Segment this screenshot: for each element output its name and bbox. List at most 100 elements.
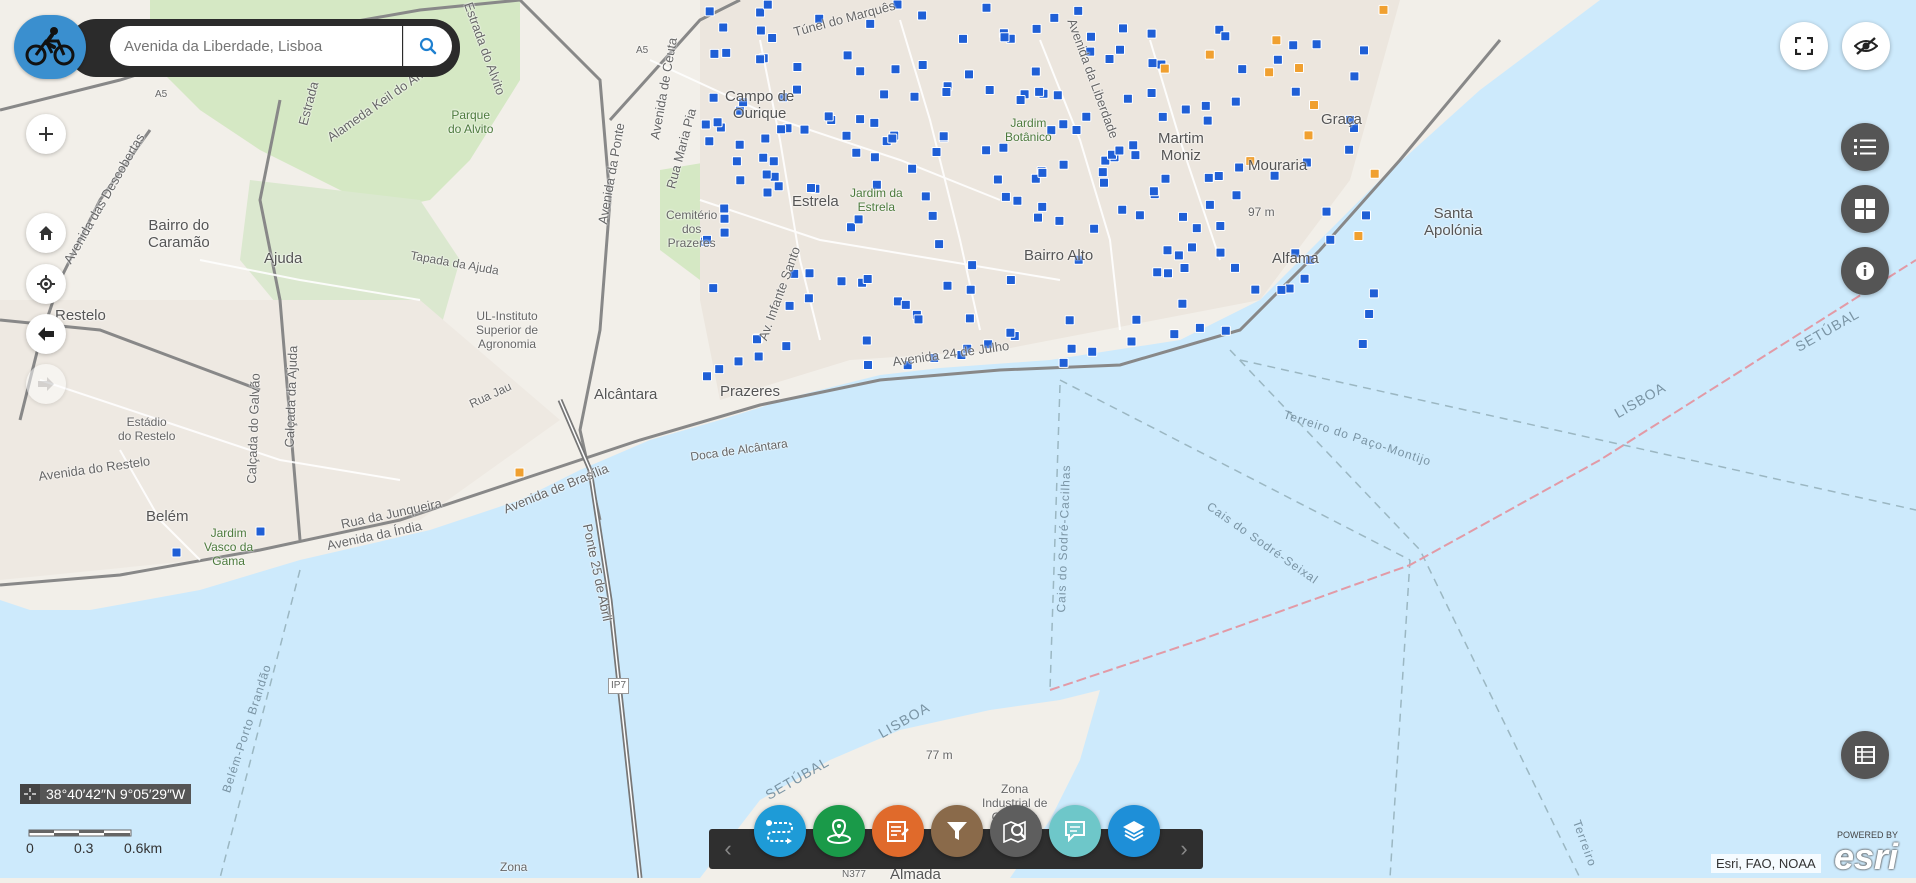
poi-marker[interactable] [1126,336,1137,347]
poi-marker[interactable] [1130,150,1141,161]
poi-marker[interactable] [767,33,778,43]
poi-marker[interactable] [934,239,945,250]
poi-marker[interactable] [714,364,725,375]
poi-marker[interactable] [1073,5,1084,16]
poi-marker[interactable] [981,145,992,156]
poi-marker[interactable] [1284,283,1295,294]
attribution[interactable]: Esri, FAO, NOAA [1711,854,1821,873]
poi-marker[interactable] [1099,177,1109,188]
layers-tool[interactable] [1108,805,1160,857]
poi-marker[interactable] [1058,159,1069,170]
poi-marker[interactable] [700,119,711,130]
poi-marker[interactable] [853,214,864,225]
poi-marker[interactable] [1357,339,1368,349]
poi-marker[interactable] [1152,267,1163,278]
poi-marker[interactable] [879,89,890,100]
poi-marker[interactable] [1015,95,1026,105]
poi-marker[interactable] [836,276,847,287]
poi-marker[interactable] [1231,190,1242,201]
poi-marker[interactable] [967,260,978,271]
poi-marker[interactable] [1128,140,1139,151]
search-map-tool[interactable] [990,805,1042,857]
poi-marker[interactable] [1173,250,1184,261]
poi-marker[interactable] [712,117,723,128]
poi-marker[interactable] [842,50,853,61]
poi-marker[interactable] [1146,28,1157,39]
poi-marker[interactable] [890,64,901,75]
poi-marker[interactable] [927,210,938,221]
poi-marker[interactable] [781,341,792,352]
home-button[interactable] [26,213,66,253]
poi-marker[interactable] [1325,234,1336,245]
poi-marker[interactable] [1071,125,1082,135]
poi-marker[interactable] [784,300,795,311]
poi-marker[interactable] [760,133,771,144]
poi-marker[interactable] [1005,275,1016,285]
poi-marker[interactable] [1104,54,1115,64]
poi-marker[interactable] [1066,343,1077,354]
poi-marker[interactable] [1157,111,1168,122]
poi-marker[interactable] [704,6,715,17]
poi-marker[interactable] [1034,86,1045,97]
poi-marker[interactable] [1204,199,1215,210]
poi-marker[interactable] [718,22,729,33]
toggle-visibility-button[interactable] [1842,22,1890,70]
poi-marker[interactable] [1250,284,1261,295]
poi-marker[interactable] [1215,221,1226,231]
poi-marker[interactable] [913,314,924,325]
poi-marker[interactable] [1191,223,1202,234]
poi-marker[interactable] [762,187,773,198]
poi-marker[interactable] [776,124,787,135]
poi-marker[interactable] [803,293,814,304]
poi-marker[interactable] [869,152,880,163]
search-button[interactable] [403,26,452,66]
poi-marker[interactable] [1299,273,1310,284]
legend-button[interactable] [1841,123,1889,171]
poi-marker[interactable] [861,335,872,346]
poi-marker[interactable] [709,48,720,59]
poi-marker[interactable] [1271,35,1282,46]
poi-marker[interactable] [1054,215,1065,226]
poi-marker[interactable] [920,191,931,202]
poi-marker[interactable] [1230,96,1241,107]
poi-marker[interactable] [1353,231,1364,241]
poi-marker[interactable] [1114,145,1125,156]
directions-tool[interactable] [754,805,806,857]
poi-marker[interactable] [823,111,834,122]
report-tool[interactable] [872,805,924,857]
poi-marker[interactable] [1321,206,1332,217]
poi-marker[interactable] [998,142,1009,153]
esri-logo[interactable]: POWERED BY esri [1834,830,1898,875]
poi-marker[interactable] [981,2,992,13]
poi-marker[interactable] [1087,346,1098,357]
poi-marker[interactable] [734,139,745,150]
poi-marker[interactable] [863,360,873,370]
poi-marker[interactable] [1309,100,1319,110]
poi-marker[interactable] [1204,49,1215,60]
poi-marker[interactable] [1264,67,1275,78]
poi-marker[interactable] [1378,4,1389,15]
poi-marker[interactable] [704,136,715,147]
poi-marker[interactable] [708,92,719,103]
poi-marker[interactable] [792,62,803,72]
attribute-table-button[interactable] [1841,731,1889,779]
poi-marker[interactable] [1097,167,1108,178]
poi-marker[interactable] [761,169,772,180]
app-logo[interactable] [14,15,86,79]
poi-marker[interactable] [1177,298,1188,309]
poi-marker[interactable] [917,60,928,70]
poi-marker[interactable] [1160,173,1171,184]
poi-marker[interactable] [1213,171,1224,181]
poi-marker[interactable] [719,213,730,224]
poi-marker[interactable] [1081,111,1092,122]
poi-marker[interactable] [1220,325,1231,336]
poi-marker[interactable] [992,174,1003,185]
poi-marker[interactable] [719,227,730,238]
poi-marker[interactable] [1368,288,1379,299]
poi-marker[interactable] [1215,247,1226,258]
poi-marker[interactable] [1202,115,1213,126]
poi-marker[interactable] [841,130,852,141]
poi-marker[interactable] [1179,263,1190,273]
filter-tool[interactable] [931,805,983,857]
poi-marker[interactable] [755,25,766,36]
